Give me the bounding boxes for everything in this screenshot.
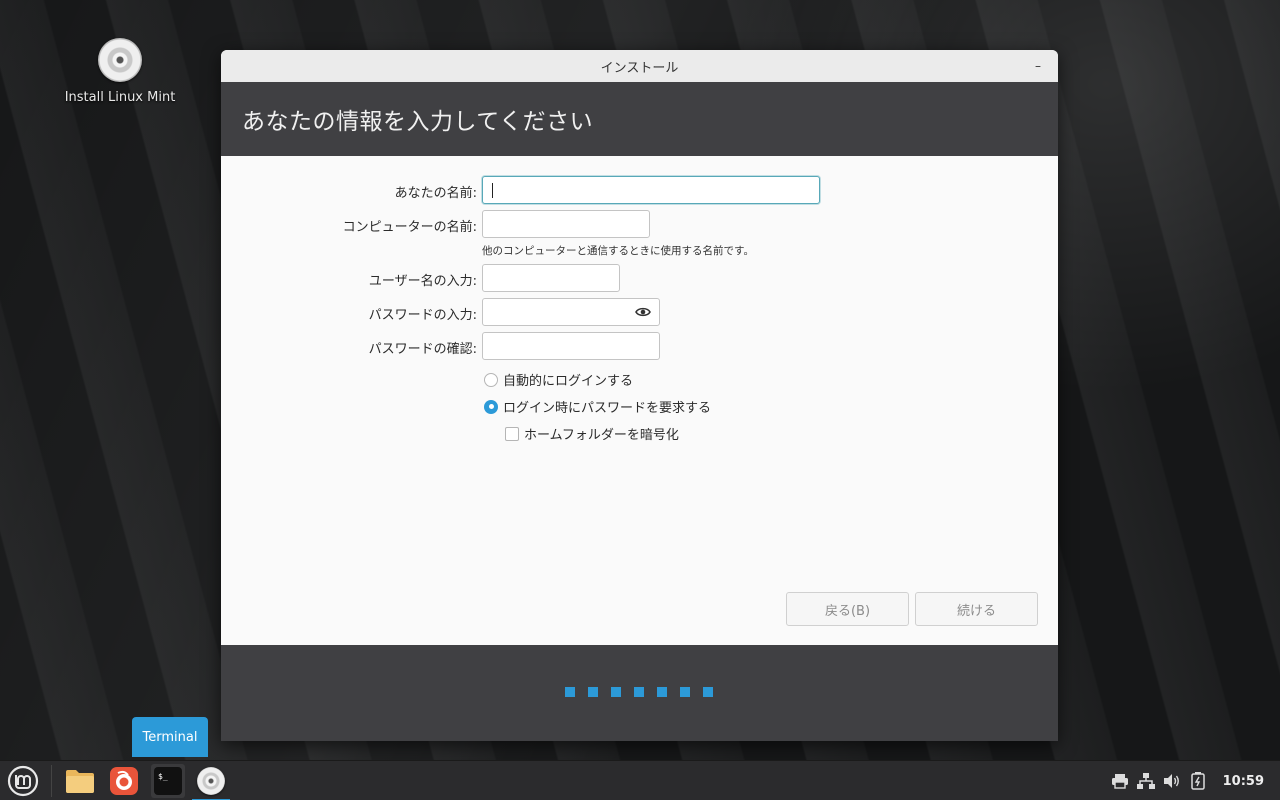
text-caret (492, 183, 493, 198)
installer-disc-icon (197, 767, 225, 795)
folder-icon (66, 770, 94, 793)
network-icon (1136, 773, 1155, 789)
terminal-launcher[interactable]: $_ (146, 761, 190, 800)
terminal-tooltip: Terminal (132, 717, 208, 757)
computer-name-field[interactable] (482, 210, 650, 238)
printer-tray[interactable] (1107, 761, 1133, 800)
password-label: パスワードの入力: (368, 308, 477, 323)
back-button[interactable]: 戻る(B) (786, 592, 909, 626)
terminal-icon: $_ (154, 767, 182, 795)
progress-step (588, 687, 598, 697)
confirm-password-label: パスワードの確認: (368, 342, 477, 357)
require-password-option[interactable]: ログイン時にパスワードを要求する (484, 397, 711, 416)
encrypt-home-label: ホームフォルダーを暗号化 (524, 428, 679, 443)
auto-login-radio[interactable] (484, 372, 498, 387)
progress-step (611, 687, 621, 697)
eye-icon[interactable] (635, 305, 651, 319)
clock[interactable]: 10:59 (1223, 774, 1264, 789)
progress-step (634, 687, 644, 697)
battery-tray[interactable] (1185, 761, 1211, 800)
auto-login-option[interactable]: 自動的にログインする (484, 370, 633, 389)
progress-step (657, 687, 667, 697)
volume-icon (1163, 774, 1179, 788)
desktop-icon-label: Install Linux Mint (64, 90, 176, 105)
minimize-button[interactable]: – (1028, 56, 1048, 76)
footer-band (221, 645, 1058, 741)
window-title: インストール (600, 60, 679, 76)
progress-indicator (565, 687, 726, 697)
auto-login-label: 自動的にログインする (503, 374, 634, 389)
printer-icon (1111, 774, 1128, 789)
computer-name-hint: 他のコンピューターと通信するときに使用する名前です。 (482, 245, 754, 257)
network-tray[interactable] (1133, 761, 1159, 800)
menu-button[interactable] (2, 761, 44, 800)
require-password-radio[interactable] (484, 399, 498, 414)
disc-icon (98, 38, 142, 82)
terminal-highlight: $_ (151, 764, 185, 798)
desktop-icon-install[interactable]: Install Linux Mint (60, 38, 180, 105)
encrypt-home-checkbox[interactable] (505, 426, 519, 441)
computer-name-label: コンピューターの名前: (342, 220, 477, 235)
firefox-launcher[interactable] (102, 761, 146, 800)
svg-text:$_: $_ (158, 772, 168, 781)
require-password-label: ログイン時にパスワードを要求する (503, 401, 712, 416)
firefox-icon (110, 767, 138, 795)
page-title: あなたの情報を入力してください (242, 109, 594, 135)
progress-step (680, 687, 690, 697)
mint-menu-icon (7, 765, 39, 797)
username-label: ユーザー名の入力: (368, 274, 477, 289)
encrypt-home-option[interactable]: ホームフォルダーを暗号化 (505, 424, 679, 443)
header-band: あなたの情報を入力してください (221, 82, 1058, 156)
taskbar-separator (51, 765, 52, 797)
continue-button[interactable]: 続ける (915, 592, 1038, 626)
files-launcher[interactable] (58, 761, 102, 800)
name-label: あなたの名前: (394, 186, 477, 201)
form-area: あなたの名前: コンピューターの名前: 他のコンピューターと通信するときに使用す… (221, 156, 1058, 645)
name-field[interactable] (482, 176, 820, 204)
installer-task[interactable] (192, 761, 230, 800)
progress-step (703, 687, 713, 697)
volume-tray[interactable] (1159, 761, 1185, 800)
installer-window: インストール – あなたの情報を入力してください あなたの名前: コンピューター… (221, 50, 1058, 741)
progress-step (565, 687, 575, 697)
taskbar: $_ 10:59 (0, 760, 1280, 800)
window-titlebar[interactable]: インストール – (221, 50, 1058, 82)
confirm-password-field[interactable] (482, 332, 660, 360)
battery-icon (1190, 772, 1205, 790)
system-tray: 10:59 (1107, 761, 1280, 800)
password-field[interactable] (482, 298, 660, 326)
username-field[interactable] (482, 264, 620, 292)
